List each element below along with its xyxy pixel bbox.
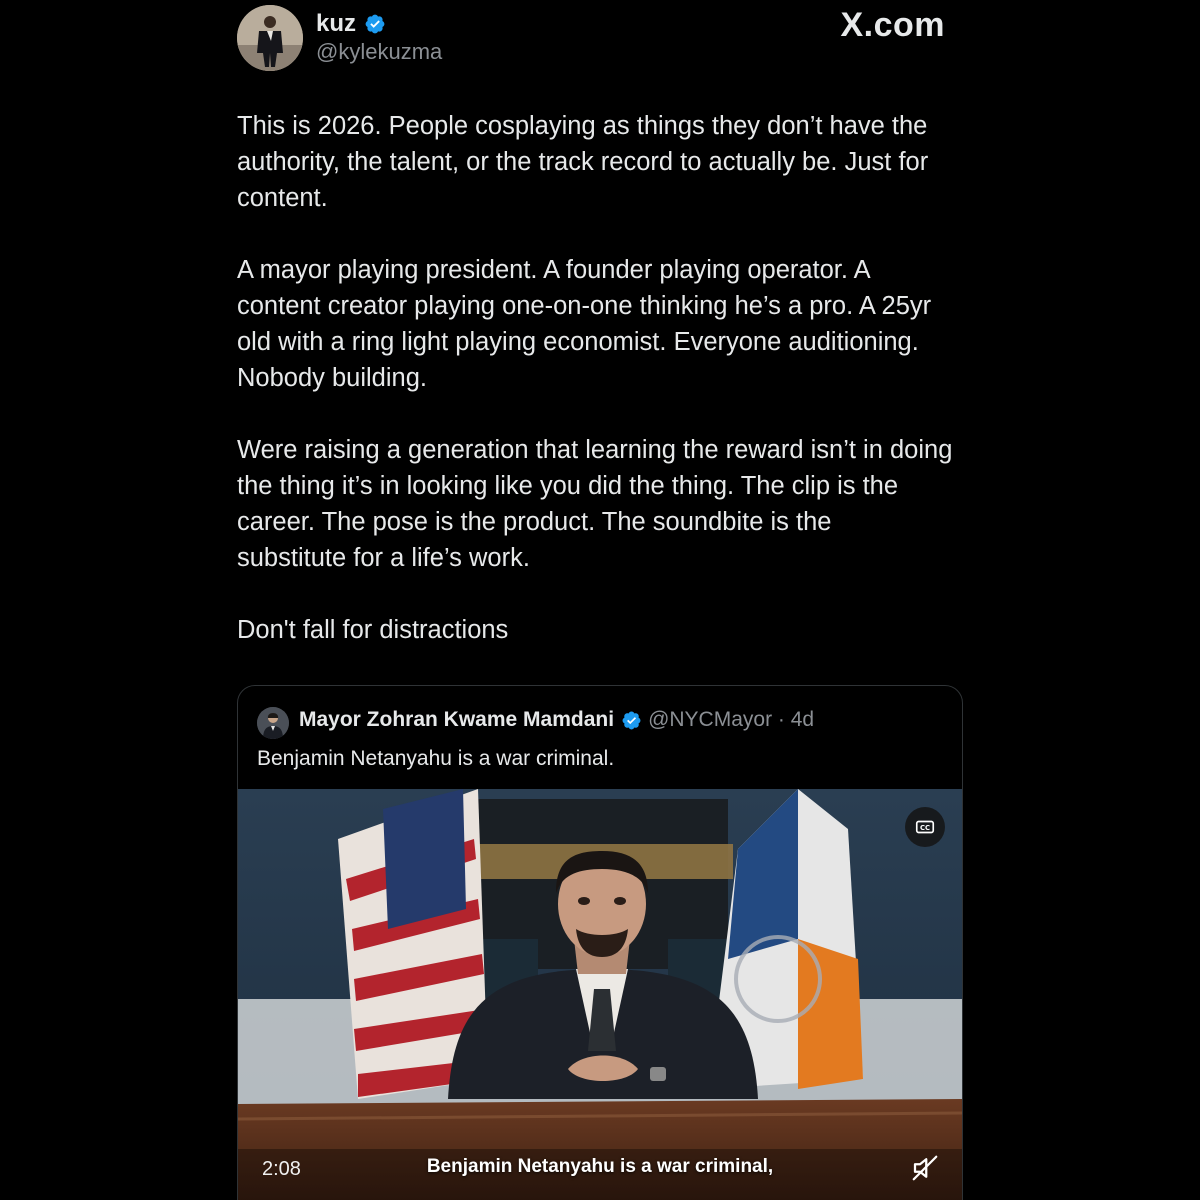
post-paragraph: This is 2026. People cosplaying as thing… — [237, 112, 929, 212]
post-paragraph: Were raising a generation that learning … — [237, 436, 953, 572]
author-handle[interactable]: @kylekuzma — [316, 39, 442, 65]
captions-button[interactable]: CC — [905, 807, 945, 847]
video-frame — [238, 789, 962, 1200]
author-display-name[interactable]: kuz — [316, 10, 356, 38]
quoted-author-handle-time[interactable]: @NYCMayor · 4d — [648, 708, 814, 732]
svg-text:CC: CC — [920, 824, 930, 832]
video-player[interactable]: CC 2:08 Benjamin Netanyahu is a war crim… — [238, 789, 962, 1200]
mute-button[interactable] — [910, 1153, 940, 1183]
speaker-muted-icon — [912, 1155, 938, 1181]
quoted-author-name[interactable]: Mayor Zohran Kwame Mamdani — [299, 708, 614, 732]
x-com-watermark: X.com — [840, 6, 945, 44]
quoted-avatar-photo-icon — [257, 707, 289, 739]
quoted-author-avatar[interactable] — [257, 707, 289, 739]
post-paragraph: A mayor playing president. A founder pla… — [237, 256, 932, 392]
quoted-post-card[interactable]: Mayor Zohran Kwame Mamdani @NYCMayor · 4… — [237, 685, 963, 1200]
quoted-post-text: Benjamin Netanyahu is a war criminal. — [257, 747, 615, 770]
verified-badge-icon — [621, 710, 642, 731]
post-paragraph: Don't fall for distractions — [237, 616, 509, 644]
avatar-photo-icon — [237, 5, 303, 71]
tweet-screenshot: kuz @kylekuzma X.com This is 2026. Peopl… — [0, 0, 1200, 1200]
verified-badge-icon — [364, 13, 386, 35]
post-text: This is 2026. People cosplaying as thing… — [237, 108, 977, 684]
closed-captions-icon: CC — [915, 820, 935, 834]
author-avatar[interactable] — [237, 5, 303, 71]
video-caption: Benjamin Netanyahu is a war criminal, — [426, 1156, 774, 1177]
